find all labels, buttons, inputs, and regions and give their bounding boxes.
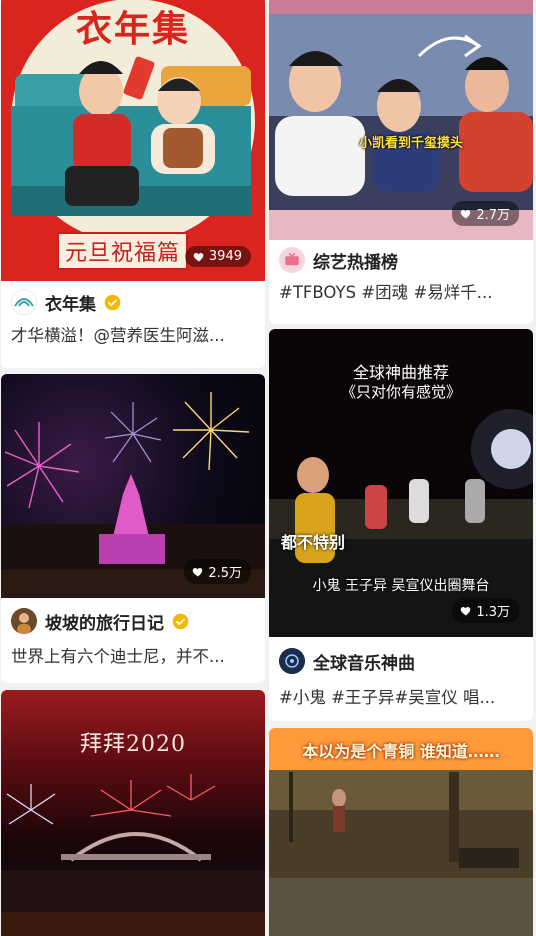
overlay-subtitle: 《只对你有感觉》	[340, 383, 461, 401]
verified-badge-icon	[104, 294, 121, 310]
card-thumbnail[interactable]: 拜拜2020	[1, 690, 265, 936]
like-count-badge: 2.7万	[452, 201, 519, 226]
author-row[interactable]: 坡坡的旅行日记	[1, 598, 265, 644]
author-row[interactable]: 衣年集	[1, 281, 265, 323]
card-thumbnail[interactable]: 小凯看到千玺摸头 2.7万	[269, 0, 533, 240]
feed-card-sydney[interactable]: 拜拜2020	[1, 690, 265, 936]
verified-badge-icon	[172, 613, 189, 629]
feed-card-newyear[interactable]: 衣年集 元旦祝福篇 3949 衣年集 才华横溢！@营养医生阿滋...	[1, 0, 265, 368]
feed-card-fireworks[interactable]: 2.5万 坡坡的旅行日记 世界上有六个迪士尼，并不...	[1, 374, 265, 683]
feed-card-bronze[interactable]: 本以为是个青铜 谁知道……	[269, 728, 533, 936]
like-count: 1.3万	[476, 605, 510, 620]
author-row[interactable]: 全球音乐神曲	[269, 637, 533, 685]
overlay-title: 本以为是个青铜 谁知道……	[302, 742, 500, 761]
like-count-badge: 3949	[184, 246, 251, 267]
author-name[interactable]: 衣年集	[45, 290, 96, 315]
tv-icon	[285, 252, 299, 266]
like-count: 3949	[208, 249, 242, 264]
author-name[interactable]: 全球音乐神曲	[313, 649, 415, 674]
author-row[interactable]: 综艺热播榜	[269, 240, 533, 280]
avatar[interactable]	[11, 608, 37, 634]
overlay-bottom-caption: 小鬼 王子异 吴宣仪出圈舞台	[312, 578, 490, 594]
heart-icon	[193, 252, 204, 261]
card-caption[interactable]: #小鬼 #王子异#吴宣仪 唱...	[269, 685, 533, 715]
card-caption[interactable]: 才华横溢！@营养医生阿滋...	[1, 323, 265, 353]
card-thumbnail[interactable]: 衣年集 元旦祝福篇 3949	[1, 0, 265, 281]
card-thumbnail[interactable]: 全球神曲推荐 《只对你有感觉》 都不特别 小鬼 王子异 吴宣仪出圈舞台 1.3万	[269, 329, 533, 637]
feed-card-music[interactable]: 全球神曲推荐 《只对你有感觉》 都不特别 小鬼 王子异 吴宣仪出圈舞台 1.3万…	[269, 329, 533, 721]
avatar-image	[11, 608, 37, 634]
author-name[interactable]: 综艺热播榜	[313, 248, 398, 273]
avatar[interactable]	[279, 247, 305, 273]
overlay-title: 拜拜2020	[80, 732, 186, 757]
heart-icon	[461, 606, 471, 615]
card-thumbnail[interactable]: 2.5万	[1, 374, 265, 598]
logo-icon	[14, 298, 34, 307]
overlay-title: 全球神曲推荐	[352, 363, 449, 382]
overlay-subtitle: 元旦祝福篇	[57, 232, 189, 270]
overlay-tag: 都不特别	[281, 533, 346, 552]
author-name[interactable]: 坡坡的旅行日记	[45, 609, 164, 634]
heart-icon	[461, 209, 471, 218]
card-caption[interactable]: 世界上有六个迪士尼，并不...	[1, 644, 265, 674]
avatar[interactable]	[279, 648, 305, 674]
like-count: 2.7万	[476, 208, 510, 223]
card-thumbnail[interactable]: 本以为是个青铜 谁知道……	[269, 728, 533, 936]
music-logo-icon	[279, 648, 305, 674]
card-caption[interactable]: #TFBOYS #团魂 #易烊千...	[269, 280, 533, 310]
overlay-title: 衣年集	[75, 8, 190, 50]
heart-icon	[193, 567, 203, 576]
feed-card-show[interactable]: 小凯看到千玺摸头 2.7万 综艺热播榜 #TFBOYS #团魂 #易烊千...	[269, 0, 533, 324]
overlay-subtitle: 小凯看到千玺摸头	[359, 136, 464, 151]
like-count: 2.5万	[208, 566, 242, 581]
like-count-badge: 1.3万	[452, 598, 519, 623]
avatar[interactable]	[11, 289, 37, 315]
like-count-badge: 2.5万	[184, 559, 251, 584]
